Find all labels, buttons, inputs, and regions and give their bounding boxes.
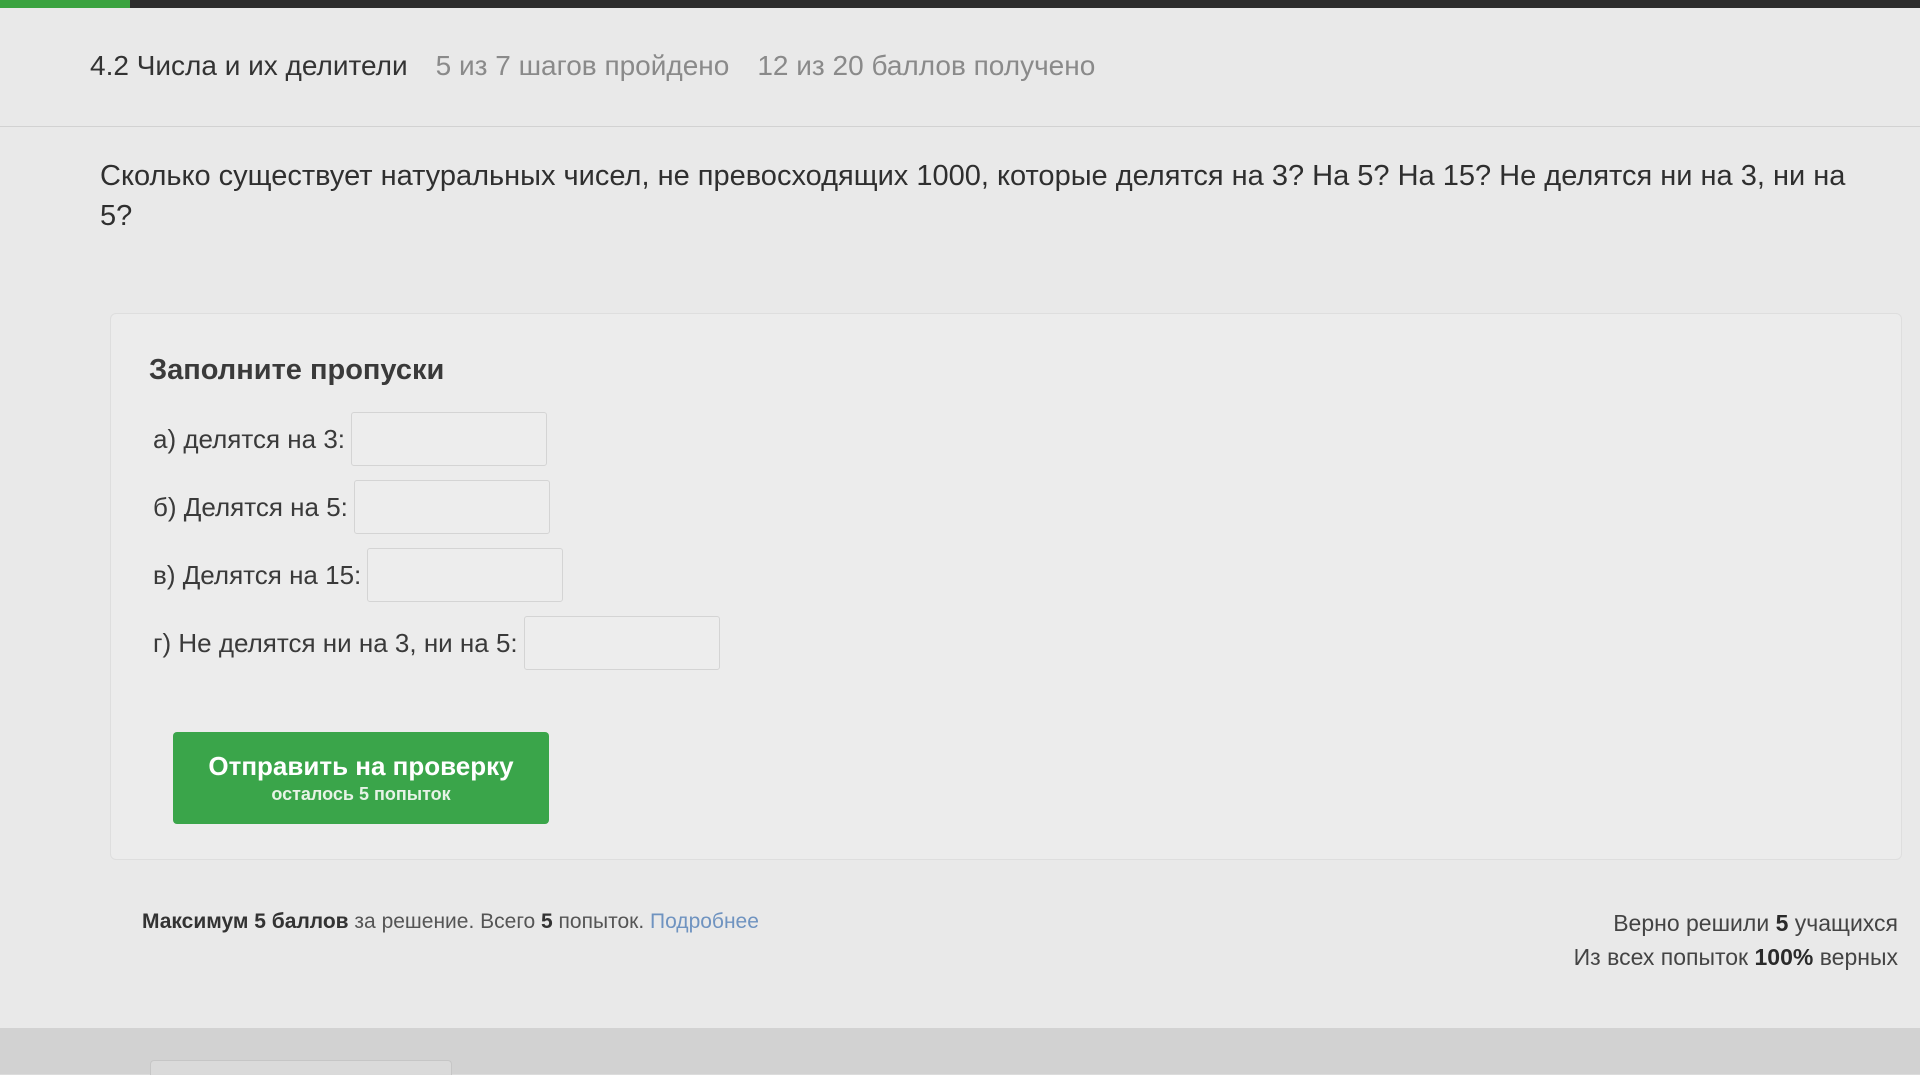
answer-input-d[interactable] [523,616,720,670]
max-score-info: Максимум 5 баллов за решение. Всего 5 по… [142,910,759,934]
success-rate-line: Из всех попыток 100% верных [1574,940,1898,974]
field-label-d: г) Не делятся ни на 3, ни на 5: [153,627,518,658]
top-bar [0,0,1920,8]
header-divider [0,126,1920,127]
steps-progress: 5 из 7 шагов пройдено [435,50,730,81]
field-row-c: в) Делятся на 15: [153,548,564,602]
success-percent: 100% [1754,944,1814,970]
max-score-text: Максимум 5 баллов [142,910,349,933]
quiz-title: Заполните пропуски [149,354,445,386]
answer-input-b[interactable] [353,480,550,534]
field-label-b: б) Делятся на 5: [153,491,348,522]
next-section-tab[interactable] [150,1060,452,1075]
lesson-header: 4.2 Числа и их делители 5 из 7 шагов про… [90,50,1095,82]
field-row-d: г) Не делятся ни на 3, ни на 5: [153,616,720,670]
success-prefix: Из всех попыток [1573,944,1755,970]
top-bar-accent [0,0,130,8]
answer-input-a[interactable] [351,412,548,466]
question-text: Сколько существует натуральных чисел, не… [100,160,1846,232]
attempts-left-label: осталось 5 попыток [271,784,451,804]
more-info-link[interactable]: Подробнее [650,910,759,933]
score-progress: 12 из 20 баллов получено [757,50,1096,81]
solved-count: 5 [1775,910,1789,936]
submit-button-label: Отправить на проверку [208,751,514,781]
attempts-count: 5 [541,910,553,933]
field-label-a: а) делятся на 3: [153,423,346,454]
solved-count-line: Верно решили 5 учащихся [1574,906,1898,940]
solved-suffix: учащихся [1788,910,1898,936]
field-row-b: б) Делятся на 5: [153,480,550,534]
field-row-a: а) делятся на 3: [153,412,548,466]
attempts-suffix-text: попыток. [552,910,650,933]
page: 4.2 Числа и их делители 5 из 7 шагов про… [0,8,1920,1028]
submit-button[interactable]: Отправить на проверку осталось 5 попыток [173,732,549,824]
quiz-card: Заполните пропуски а) делятся на 3: б) Д… [110,313,1902,860]
max-middle-text: за решение. Всего [348,910,542,933]
solved-prefix: Верно решили [1613,910,1776,936]
field-label-c: в) Делятся на 15: [153,559,362,590]
success-suffix: верных [1813,944,1898,970]
lesson-title[interactable]: 4.2 Числа и их делители [90,50,408,82]
answer-input-c[interactable] [367,548,564,602]
solve-stats: Верно решили 5 учащихся Из всех попыток … [1574,906,1898,974]
